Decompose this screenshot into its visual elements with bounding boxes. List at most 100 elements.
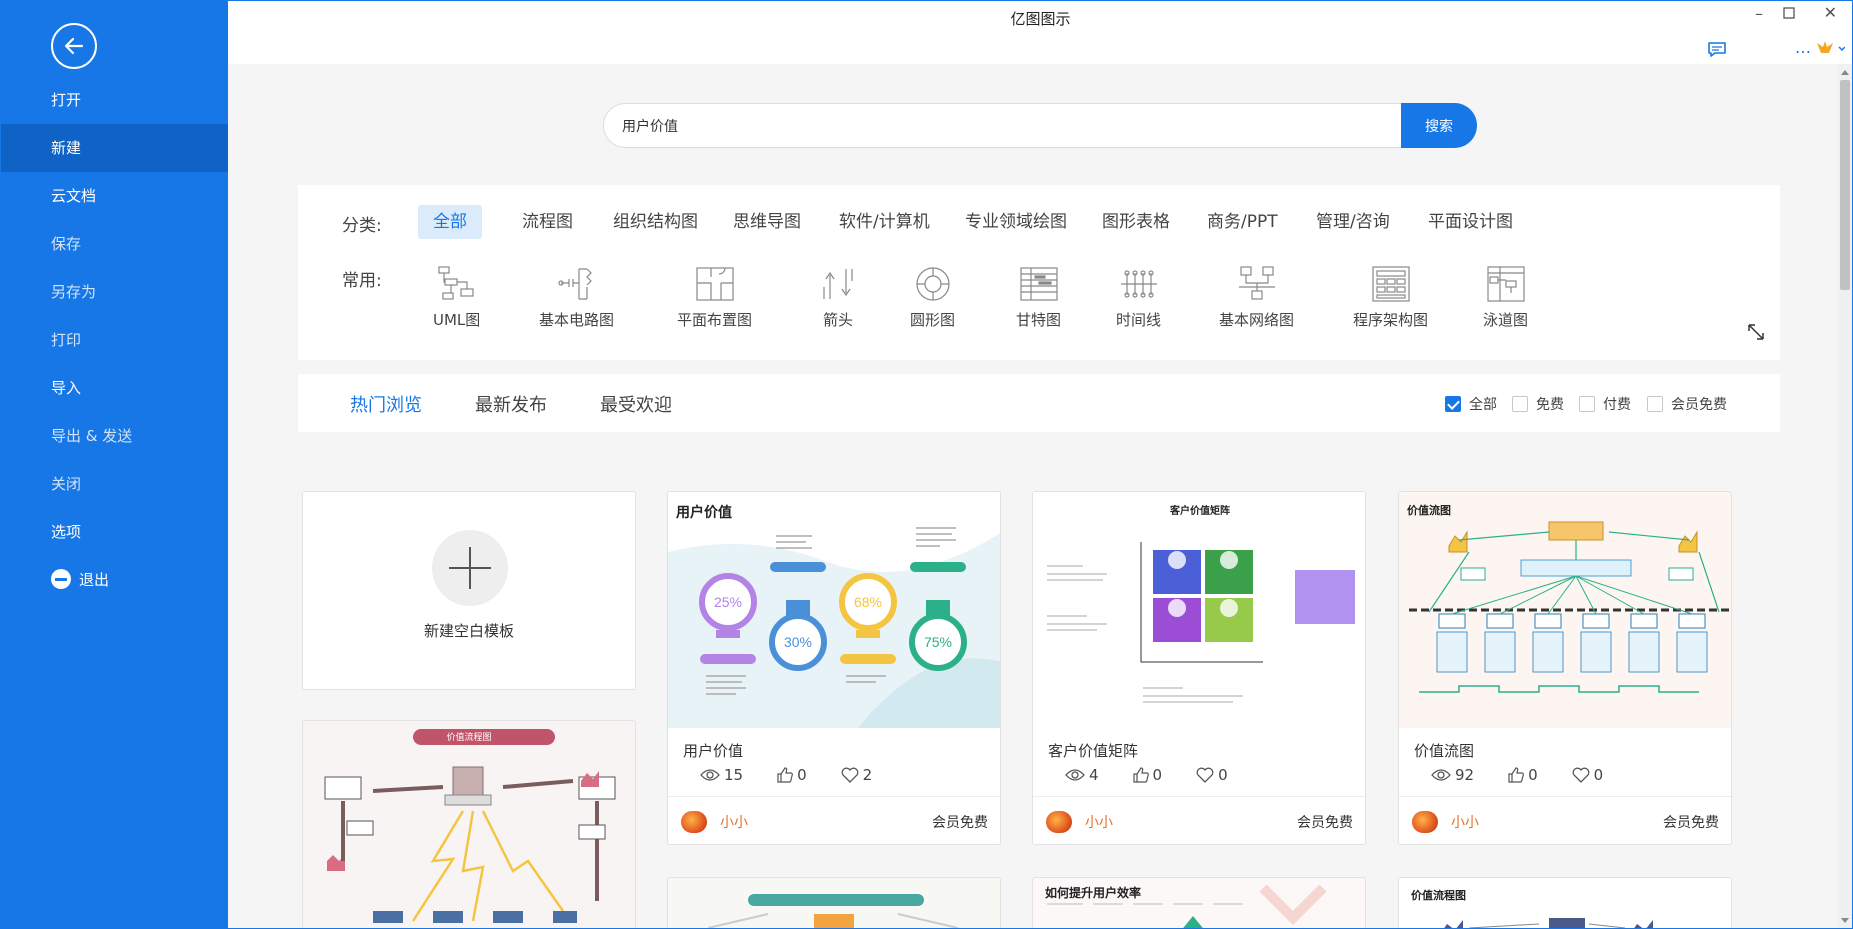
common-uml-label: UML图 <box>433 311 481 329</box>
filter-free-label: 免费 <box>1536 397 1564 413</box>
category-mind-map[interactable]: 思维导图 <box>718 205 816 239</box>
category-business-ppt[interactable]: 商务/PPT <box>1192 205 1293 239</box>
sidebar-item-options[interactable]: 选项 <box>0 508 228 556</box>
sidebar-item-cloud-docs[interactable]: 云文档 <box>0 172 228 220</box>
common-gantt[interactable]: 甘特图 <box>1016 265 1061 330</box>
template-card[interactable]: 客户价值矩阵 客户价值矩阵 4 0 0 小小 会员免费 <box>1032 491 1366 845</box>
expand-icon[interactable] <box>1746 322 1766 346</box>
author-name[interactable]: 小小 <box>1085 812 1113 832</box>
filter-paid[interactable]: 付费 <box>1579 394 1631 414</box>
common-uml[interactable]: UML图 <box>433 265 480 330</box>
category-all[interactable]: 全部 <box>418 205 482 239</box>
sidebar-item-save-as[interactable]: 另存为 <box>0 268 228 316</box>
template-card[interactable] <box>667 877 1001 929</box>
category-professional[interactable]: 专业领域绘图 <box>950 205 1082 239</box>
common-floor-plan[interactable]: 平面布置图 <box>677 265 752 330</box>
author-name[interactable]: 小小 <box>1451 812 1479 832</box>
common-circuit[interactable]: 基本电路图 <box>539 265 614 330</box>
category-software[interactable]: 软件/计算机 <box>824 205 945 239</box>
views-count: 4 <box>1089 766 1099 784</box>
sidebar-item-close[interactable]: 关闭 <box>0 460 228 508</box>
common-circle[interactable]: 圆形图 <box>910 265 955 330</box>
category-flowchart[interactable]: 流程图 <box>507 205 588 239</box>
scroll-up-icon[interactable] <box>1841 70 1849 75</box>
tab-hot[interactable]: 热门浏览 <box>350 391 422 417</box>
scroll-thumb[interactable] <box>1840 80 1850 290</box>
common-architecture[interactable]: 程序架构图 <box>1353 265 1428 330</box>
common-arrow[interactable]: 箭头 <box>818 265 858 330</box>
sidebar-menu: 打开 新建 云文档 保存 另存为 打印 导入 导出 & 发送 关闭 选项 退出 <box>0 76 228 604</box>
common-network[interactable]: 基本网络图 <box>1219 265 1294 330</box>
maximize-button[interactable] <box>1783 4 1795 23</box>
scroll-down-icon[interactable] <box>1841 918 1849 923</box>
filter-free[interactable]: 免费 <box>1512 394 1564 414</box>
percent-label: 68% <box>854 594 882 610</box>
views-count: 15 <box>724 766 744 784</box>
template-thumbnail: 价值流图 <box>1399 492 1731 728</box>
more-icon[interactable]: … <box>1795 38 1811 57</box>
category-graphic-design[interactable]: 平面设计图 <box>1413 205 1528 239</box>
filter-all[interactable]: 全部 <box>1445 394 1497 414</box>
sidebar-item-exit[interactable]: 退出 <box>0 556 228 604</box>
category-org-chart[interactable]: 组织结构图 <box>598 205 713 239</box>
avatar[interactable] <box>1412 811 1438 833</box>
thumbnail-heading: 价值流程图 <box>446 733 492 743</box>
author-name[interactable]: 小小 <box>720 812 748 832</box>
back-button[interactable] <box>51 23 97 69</box>
sidebar-item-export-send[interactable]: 导出 & 发送 <box>0 412 228 460</box>
common-network-label: 基本网络图 <box>1219 311 1295 329</box>
minimize-button[interactable]: – <box>1755 4 1763 23</box>
heart-icon[interactable] <box>1196 767 1214 783</box>
template-tabs-bar: 热门浏览 最新发布 最受欢迎 全部 免费 付费 会员免费 <box>298 374 1780 432</box>
template-title: 价值流图 <box>1414 742 1475 760</box>
title-bar: 亿图图示 – ✕ … <box>228 0 1853 64</box>
thumbs-up-icon[interactable] <box>1132 767 1149 783</box>
filter-all-checkbox[interactable] <box>1445 396 1461 412</box>
avatar[interactable] <box>681 811 707 833</box>
heart-icon[interactable] <box>841 767 859 783</box>
sidebar-item-print[interactable]: 打印 <box>0 316 228 364</box>
common-floor-plan-label: 平面布置图 <box>677 311 753 329</box>
message-icon[interactable] <box>1707 41 1727 62</box>
gantt-icon <box>1019 267 1058 301</box>
sidebar-item-open[interactable]: 打开 <box>0 76 228 124</box>
sidebar-item-save[interactable]: 保存 <box>0 220 228 268</box>
sidebar-item-new[interactable]: 新建 <box>0 124 228 172</box>
thumbs-up-icon[interactable] <box>1508 767 1524 783</box>
template-card[interactable]: 如何提升用户效率 <box>1032 877 1366 929</box>
filter-free-checkbox[interactable] <box>1512 396 1528 412</box>
back-arrow-icon <box>64 37 84 55</box>
filter-member-free[interactable]: 会员免费 <box>1647 394 1727 414</box>
common-circuit-label: 基本电路图 <box>539 311 615 329</box>
category-management[interactable]: 管理/咨询 <box>1301 205 1405 239</box>
template-stats: 92 0 0 <box>1431 766 1637 784</box>
close-window-button[interactable]: ✕ <box>1824 3 1837 22</box>
filter-paid-checkbox[interactable] <box>1579 396 1595 412</box>
filter-member-free-checkbox[interactable] <box>1647 396 1663 412</box>
common-swimlane[interactable]: 泳道图 <box>1483 265 1528 330</box>
thumbnail-heading: 客户价值矩阵 <box>1170 506 1230 517</box>
template-card[interactable]: 价值流图 价值流图 92 0 0 小小 会员免费 <box>1398 491 1732 845</box>
new-blank-template-card[interactable]: 新建空白模板 <box>302 491 636 690</box>
vip-crown-icon[interactable] <box>1815 38 1846 62</box>
category-panel: 分类: 全部 流程图 组织结构图 思维导图 软件/计算机 专业领域绘图 图形表格… <box>298 185 1780 360</box>
search-input[interactable] <box>622 104 1382 147</box>
template-card[interactable]: 价值流程图 <box>302 720 636 929</box>
price-badge: 会员免费 <box>1297 815 1353 831</box>
vertical-scrollbar[interactable] <box>1837 64 1853 929</box>
sidebar-item-import[interactable]: 导入 <box>0 364 228 412</box>
heart-icon[interactable] <box>1572 767 1590 783</box>
tab-latest[interactable]: 最新发布 <box>475 391 547 417</box>
common-timeline[interactable]: 时间线 <box>1116 265 1161 330</box>
avatar[interactable] <box>1046 811 1072 833</box>
category-graphic-table[interactable]: 图形表格 <box>1087 205 1185 239</box>
likes-count: 0 <box>1528 766 1538 784</box>
tab-popular[interactable]: 最受欢迎 <box>600 391 672 417</box>
thumbnail-heading: 如何提升用户效率 <box>1045 886 1142 900</box>
template-card[interactable]: 价值流程图 <box>1398 877 1732 929</box>
template-card[interactable]: 25% 30% 68% 75% 用户价值 用户价值 15 0 2 小小 会员免费 <box>667 491 1001 845</box>
search-button[interactable]: 搜索 <box>1401 103 1477 148</box>
floor-plan-icon <box>695 267 734 301</box>
eye-icon <box>1065 769 1085 781</box>
thumbs-up-icon[interactable] <box>777 767 793 783</box>
